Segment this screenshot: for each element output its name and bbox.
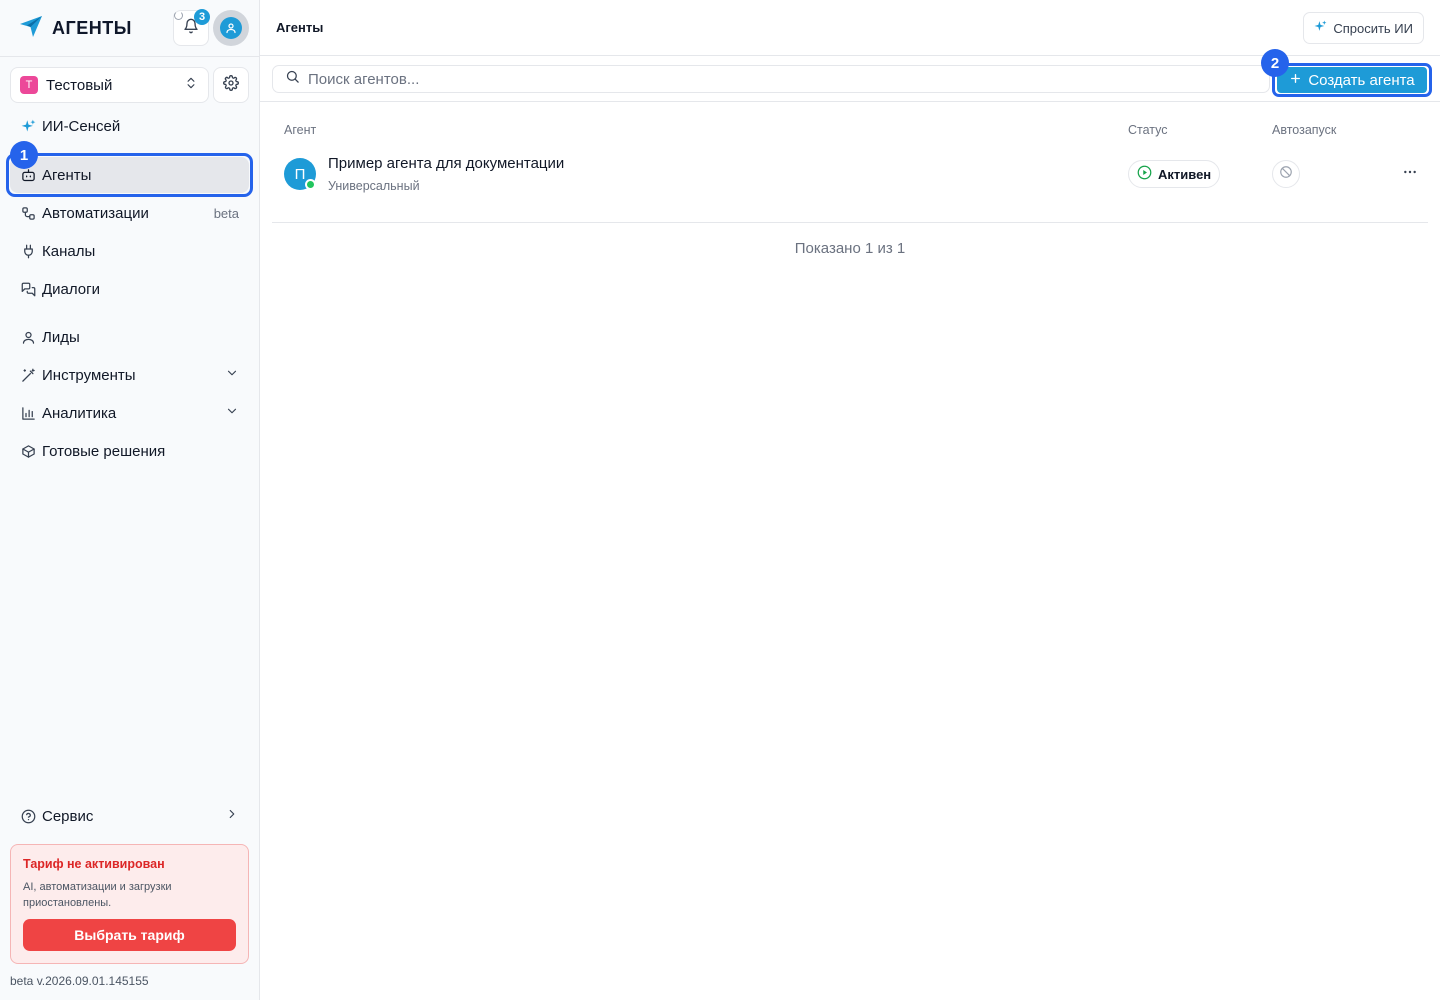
online-status-dot (305, 179, 316, 190)
search-icon (285, 69, 300, 89)
search-input[interactable] (308, 70, 1208, 88)
workspace-settings-button[interactable] (213, 67, 249, 103)
sidebar-item-label: Каналы (42, 242, 96, 260)
sidebar-item-tools[interactable]: Инструменты (10, 357, 249, 393)
workspace-name: Тестовый (46, 76, 113, 94)
sidebar-item-label: Аналитика (42, 404, 117, 422)
sidebar-item-automations[interactable]: Автоматизации beta (10, 195, 249, 231)
bar-chart-icon (20, 405, 36, 421)
choose-plan-button[interactable]: Выбрать тариф (23, 919, 236, 951)
sidebar-header-divider (0, 56, 260, 57)
step-2-badge: 2 (1261, 49, 1289, 77)
step-1-badge: 1 (10, 141, 38, 169)
chat-icon (20, 281, 36, 297)
plan-warning-description: AI, автоматизации и загрузки приостановл… (23, 881, 172, 909)
workflow-icon (20, 205, 36, 221)
more-horizontal-icon (1402, 164, 1418, 185)
status-badge[interactable]: Активен (1128, 160, 1221, 188)
agent-type: Универсальный (328, 179, 420, 193)
help-circle-icon (20, 808, 36, 824)
status-label: Активен (1158, 166, 1212, 182)
sidebar-item-leads[interactable]: Лиды (10, 319, 249, 355)
gear-icon (223, 74, 239, 96)
plus-icon (1289, 72, 1302, 89)
sidebar-item-analytics[interactable]: Аналитика (10, 395, 249, 431)
column-header-autostart[interactable]: Автозапуск (1272, 123, 1336, 137)
sidebar-item-service[interactable]: Сервис (10, 798, 249, 834)
sparkle-icon (20, 118, 36, 134)
sidebar-item-ready-solutions[interactable]: Готовые решения (10, 433, 249, 469)
user-avatar (220, 17, 242, 39)
brand[interactable]: АГЕНТЫ (18, 14, 132, 42)
brand-logo-icon (18, 13, 44, 44)
beta-tag: beta (213, 205, 239, 221)
page-title: Агенты (276, 20, 324, 35)
pagination-summary: Показано 1 из 1 (794, 240, 906, 257)
sidebar-item-ai-sensei[interactable]: ИИ-Сенсей (10, 108, 249, 144)
play-circle-icon (1137, 165, 1152, 183)
sidebar-item-label: Сервис (42, 807, 94, 825)
plan-warning-card: Тариф не активирован AI, автоматизации и… (10, 844, 249, 964)
loading-spinner-icon (174, 11, 183, 20)
create-agent-label: Создать агента (1308, 71, 1415, 89)
chevron-down-icon (225, 366, 239, 385)
notifications-count-badge: 3 (194, 9, 210, 25)
user-menu-button[interactable] (213, 10, 249, 46)
chevron-right-icon (225, 807, 239, 826)
chevron-down-icon (225, 404, 239, 423)
ask-ai-label: Спросить ИИ (1333, 20, 1413, 36)
sidebar-item-label: Диалоги (42, 280, 100, 298)
wand-icon (20, 367, 36, 383)
agent-name[interactable]: Пример агента для документации (328, 155, 564, 172)
disabled-ban-icon (1279, 165, 1293, 184)
sidebar-item-label: Инструменты (42, 366, 136, 384)
agents-focus-highlight (6, 153, 253, 197)
sparkle-icon (1314, 20, 1327, 36)
autostart-toggle[interactable] (1272, 160, 1300, 188)
page-header: Агенты Спросить ИИ (260, 0, 1440, 56)
sidebar-item-channels[interactable]: Каналы (10, 233, 249, 269)
column-header-status[interactable]: Статус (1128, 123, 1168, 137)
sidebar-item-label: Лиды (42, 328, 80, 346)
box-icon (20, 443, 36, 459)
app-version: beta v.2026.09.01.145155 (10, 974, 149, 988)
workspace-badge: Т (20, 76, 38, 94)
brand-name: АГЕНТЫ (52, 17, 132, 38)
workspace-switcher[interactable]: Т Тестовый (10, 67, 209, 103)
row-actions-button[interactable] (1398, 164, 1422, 184)
sidebar-item-dialogs[interactable]: Диалоги (10, 271, 249, 307)
sidebar-item-label: Готовые решения (42, 442, 166, 460)
plug-icon (20, 243, 36, 259)
sidebar-item-label: Автоматизации (42, 204, 149, 222)
sidebar-item-label: ИИ-Сенсей (42, 117, 121, 135)
chevrons-up-down-icon (184, 76, 198, 95)
table-row[interactable]: П Пример агента для документации Универс… (272, 146, 1428, 223)
column-header-agent[interactable]: Агент (284, 123, 316, 137)
user-icon (20, 329, 36, 345)
ask-ai-button[interactable]: Спросить ИИ (1303, 12, 1424, 44)
create-agent-button[interactable]: Создать агента (1277, 67, 1427, 93)
sidebar: АГЕНТЫ 3 Т Тестовый ИИ-Сенсей Агенты 1 А… (0, 0, 260, 1000)
plan-warning-title: Тариф не активирован (23, 857, 165, 871)
search-box[interactable] (272, 65, 1270, 93)
